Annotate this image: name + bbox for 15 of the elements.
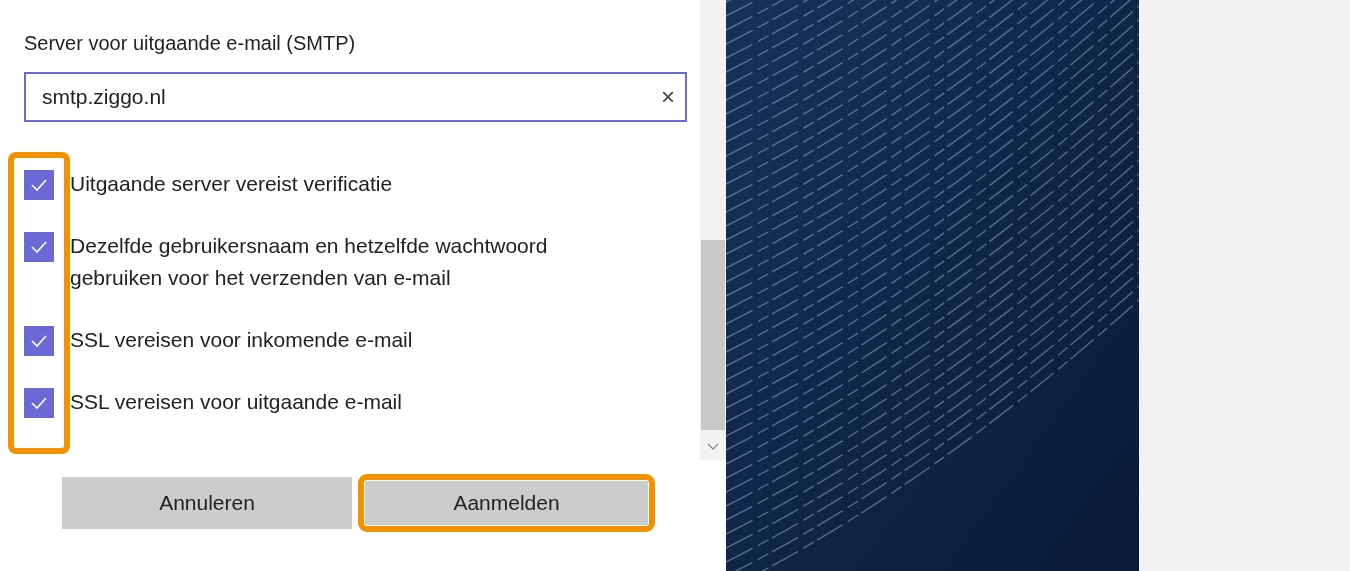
checkbox-label: Uitgaande server vereist verificatie: [70, 171, 393, 197]
checkbox[interactable]: [24, 232, 54, 262]
checkbox-label: Dezelfde gebruikersnaam en hetzelfde wachtwoord gebruiken voor het verzenden van e-mail: [70, 233, 549, 291]
checkbox-label: SSL vereisen voor inkomende e-mail: [70, 327, 413, 353]
sign-in-button[interactable]: Aanmelden: [365, 481, 648, 525]
input-field[interactable]: smtp.ziggo.nl ×: [24, 72, 687, 122]
chevron-down-icon[interactable]: [707, 443, 719, 451]
checkbox[interactable]: [24, 388, 54, 418]
checkbox-label: SSL vereisen voor uitgaande e-mail: [70, 389, 402, 415]
field-label: Server voor uitgaande e-mail (SMTP): [24, 31, 357, 56]
cancel-button[interactable]: Annuleren: [62, 477, 352, 529]
scrollbar-thumb[interactable]: [701, 240, 725, 430]
checkbox[interactable]: [24, 326, 54, 356]
clear-button[interactable]: ×: [661, 83, 675, 111]
checkbox[interactable]: [24, 170, 54, 200]
